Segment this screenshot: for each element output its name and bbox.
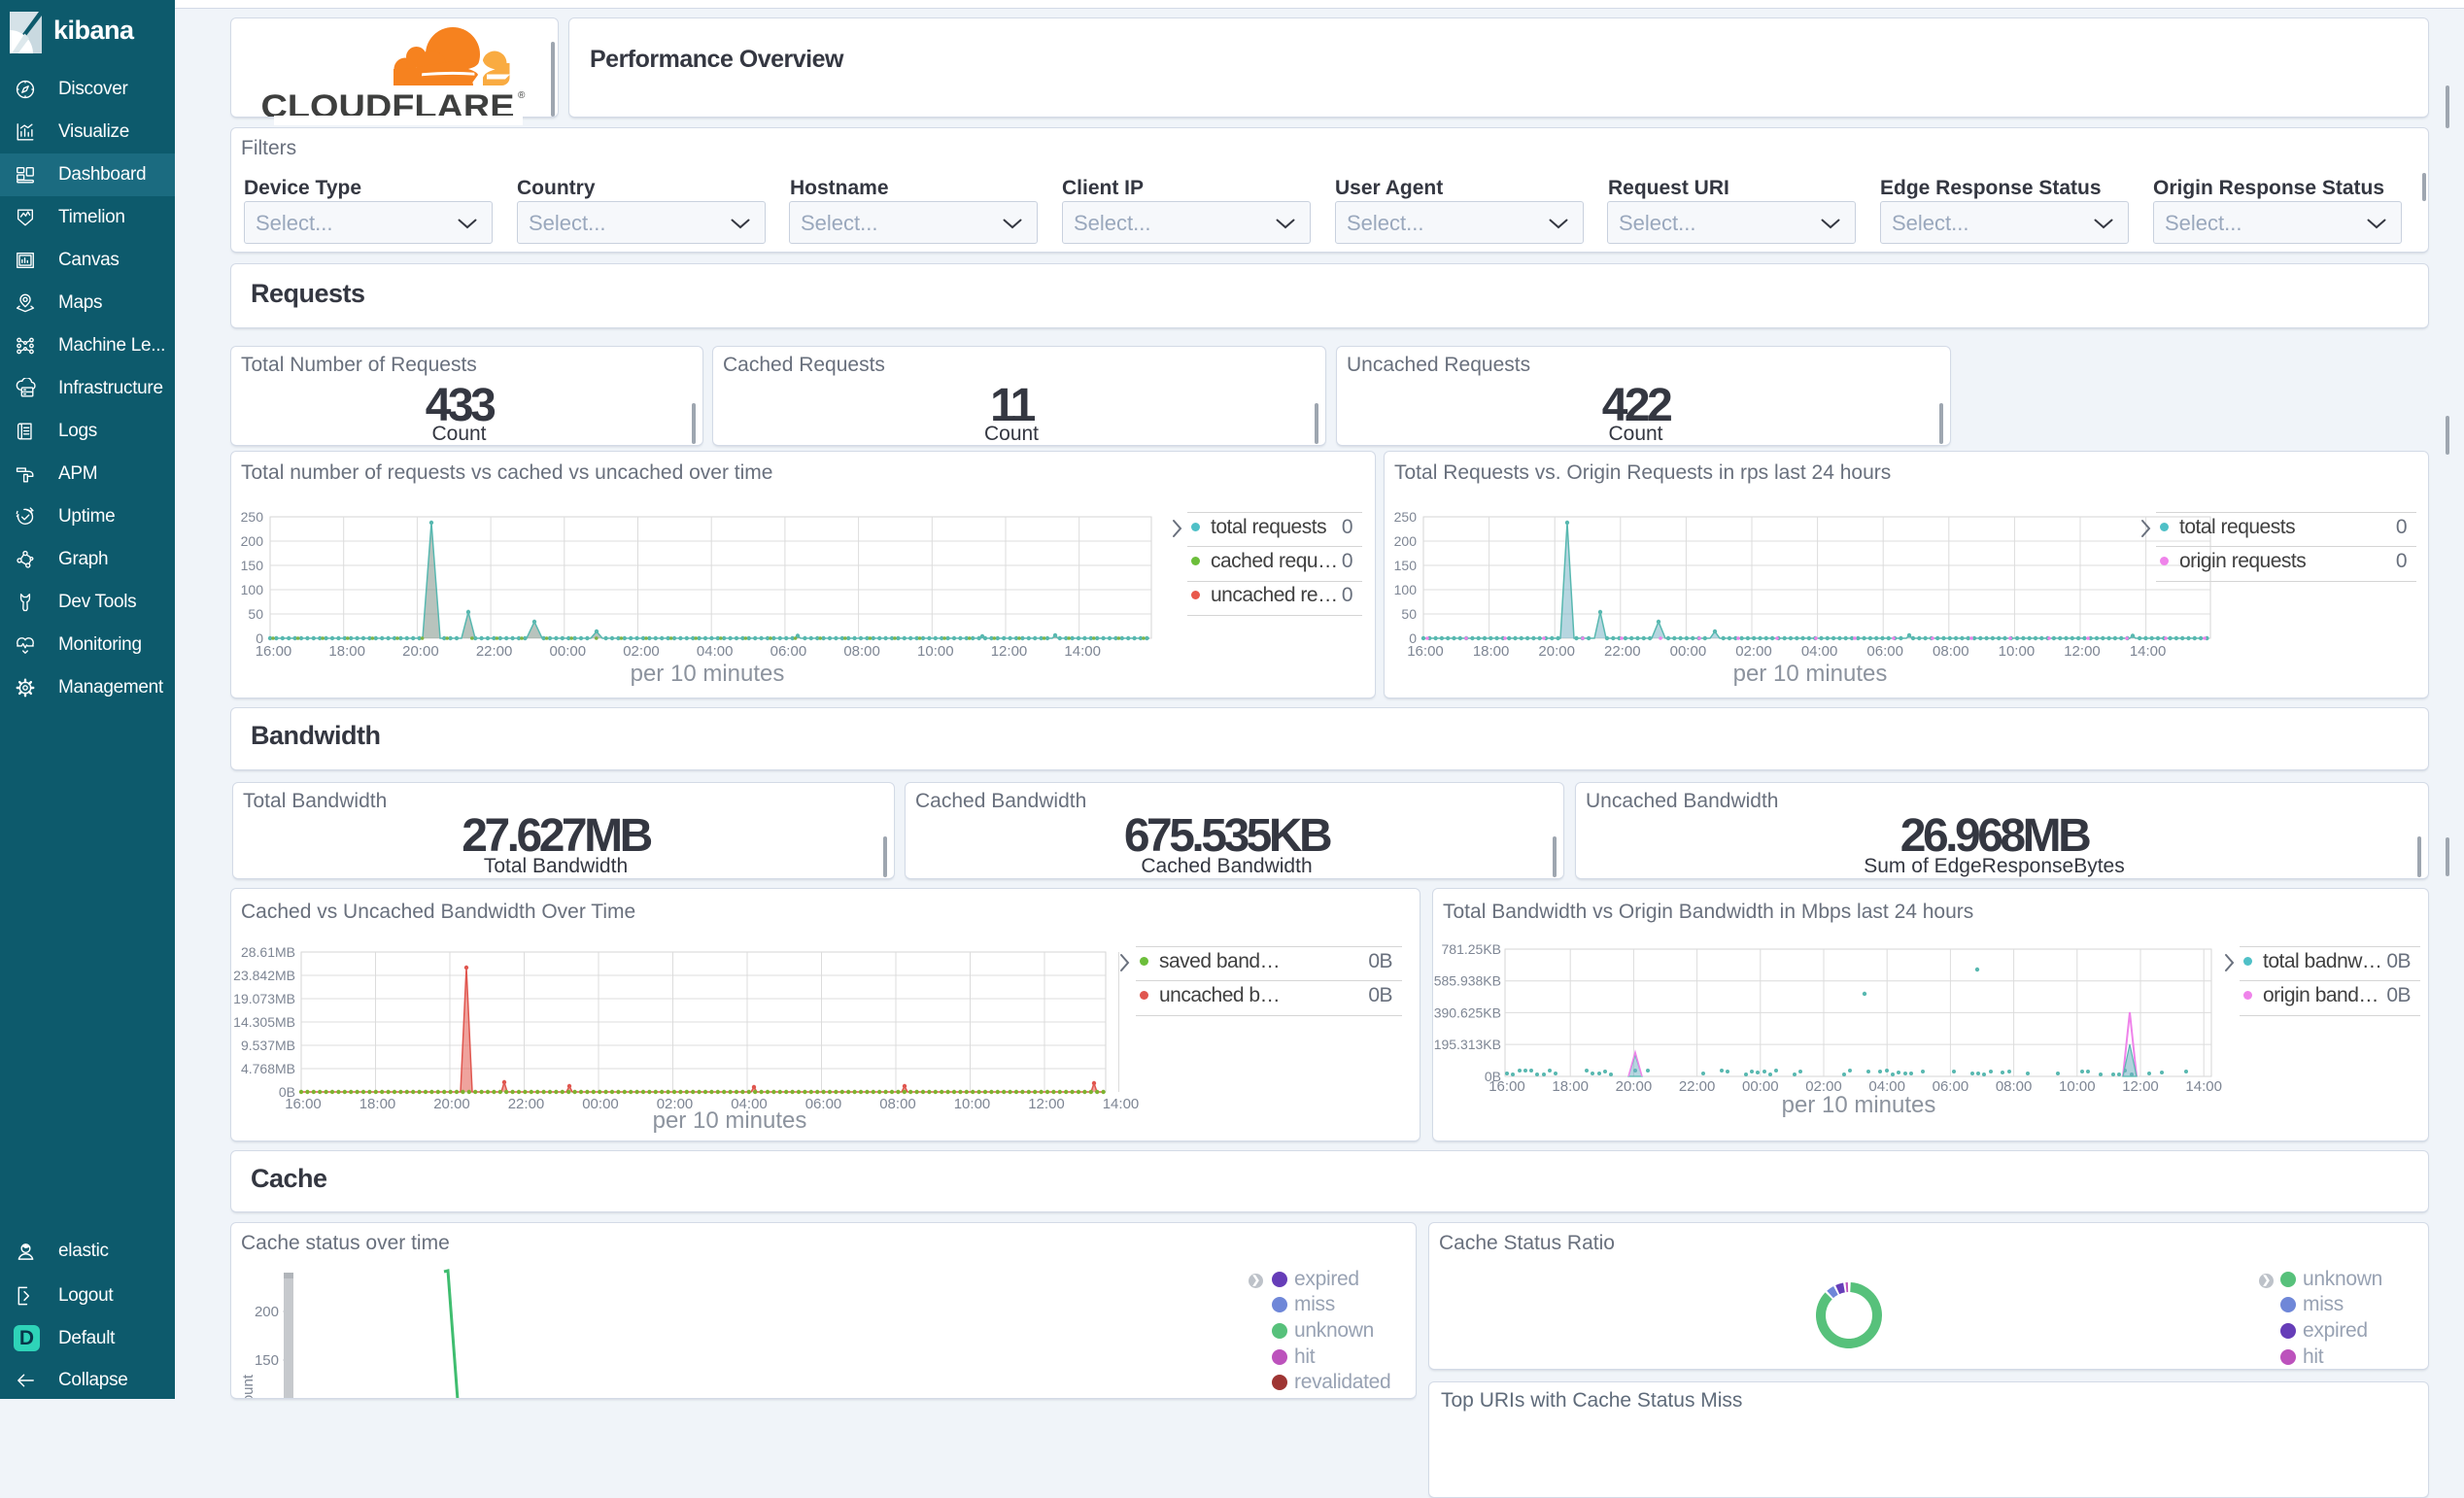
svg-text:02:00: 02:00 bbox=[1735, 643, 1772, 660]
svg-text:22:00: 22:00 bbox=[508, 1096, 545, 1112]
svg-text:00:00: 00:00 bbox=[550, 643, 587, 660]
svg-text:08:00: 08:00 bbox=[1933, 643, 1969, 660]
svg-text:10:00: 10:00 bbox=[2059, 1078, 2096, 1095]
svg-text:06:00: 06:00 bbox=[1866, 643, 1903, 660]
svg-text:16:00: 16:00 bbox=[1407, 643, 1444, 660]
svg-text:200: 200 bbox=[255, 1304, 279, 1320]
svg-text:Count: Count bbox=[240, 1374, 257, 1399]
svg-text:4.768MB: 4.768MB bbox=[241, 1061, 295, 1076]
svg-text:20:00: 20:00 bbox=[402, 643, 439, 660]
svg-text:16:00: 16:00 bbox=[285, 1096, 322, 1112]
svg-text:per 10 minutes: per 10 minutes bbox=[631, 661, 785, 687]
svg-text:12:00: 12:00 bbox=[1028, 1096, 1065, 1112]
svg-text:18:00: 18:00 bbox=[328, 643, 365, 660]
svg-text:250: 250 bbox=[241, 509, 264, 525]
svg-text:781.25KB: 781.25KB bbox=[1442, 941, 1502, 957]
svg-text:02:00: 02:00 bbox=[623, 643, 660, 660]
svg-text:200: 200 bbox=[241, 533, 264, 549]
svg-text:12:00: 12:00 bbox=[2064, 643, 2101, 660]
svg-text:08:00: 08:00 bbox=[843, 643, 880, 660]
svg-text:per 10 minutes: per 10 minutes bbox=[1733, 661, 1888, 687]
svg-text:20:00: 20:00 bbox=[1538, 643, 1575, 660]
svg-text:10:00: 10:00 bbox=[1999, 643, 2036, 660]
svg-text:14:00: 14:00 bbox=[1103, 1096, 1140, 1112]
svg-text:12:00: 12:00 bbox=[991, 643, 1028, 660]
svg-text:16:00: 16:00 bbox=[256, 643, 292, 660]
svg-text:150: 150 bbox=[255, 1352, 279, 1369]
svg-text:06:00: 06:00 bbox=[805, 1096, 842, 1112]
svg-text:10:00: 10:00 bbox=[917, 643, 954, 660]
svg-text:20:00: 20:00 bbox=[1616, 1078, 1653, 1095]
svg-text:14.305MB: 14.305MB bbox=[233, 1014, 295, 1030]
svg-text:04:00: 04:00 bbox=[697, 643, 734, 660]
svg-text:00:00: 00:00 bbox=[1742, 1078, 1779, 1095]
svg-text:00:00: 00:00 bbox=[582, 1096, 619, 1112]
svg-text:per 10 minutes: per 10 minutes bbox=[1782, 1092, 1936, 1118]
svg-text:18:00: 18:00 bbox=[1473, 643, 1510, 660]
svg-text:22:00: 22:00 bbox=[1679, 1078, 1716, 1095]
svg-text:06:00: 06:00 bbox=[770, 643, 807, 660]
svg-text:16:00: 16:00 bbox=[1489, 1078, 1525, 1095]
svg-text:CLOUDFLARE: CLOUDFLARE bbox=[261, 88, 515, 118]
svg-text:585.938KB: 585.938KB bbox=[1434, 973, 1501, 989]
svg-text:250: 250 bbox=[1394, 509, 1418, 525]
svg-text:390.625KB: 390.625KB bbox=[1434, 1004, 1501, 1020]
svg-text:50: 50 bbox=[1401, 606, 1417, 622]
svg-text:22:00: 22:00 bbox=[476, 643, 513, 660]
svg-text:10:00: 10:00 bbox=[954, 1096, 991, 1112]
svg-text:14:00: 14:00 bbox=[2185, 1078, 2222, 1095]
svg-text:08:00: 08:00 bbox=[1996, 1078, 2033, 1095]
svg-text:200: 200 bbox=[1394, 533, 1418, 549]
svg-text:12:00: 12:00 bbox=[2122, 1078, 2159, 1095]
svg-text:®: ® bbox=[518, 90, 526, 101]
svg-text:08:00: 08:00 bbox=[879, 1096, 916, 1112]
svg-text:18:00: 18:00 bbox=[359, 1096, 396, 1112]
svg-text:22:00: 22:00 bbox=[1604, 643, 1641, 660]
svg-text:28.61MB: 28.61MB bbox=[241, 944, 295, 960]
svg-text:19.073MB: 19.073MB bbox=[233, 991, 295, 1006]
svg-text:per 10 minutes: per 10 minutes bbox=[653, 1107, 807, 1134]
svg-text:18:00: 18:00 bbox=[1552, 1078, 1589, 1095]
svg-text:14:00: 14:00 bbox=[2130, 643, 2167, 660]
svg-text:23.842MB: 23.842MB bbox=[233, 968, 295, 983]
svg-text:50: 50 bbox=[248, 606, 263, 622]
svg-text:9.537MB: 9.537MB bbox=[241, 1038, 295, 1053]
svg-text:06:00: 06:00 bbox=[1933, 1078, 1969, 1095]
svg-text:100: 100 bbox=[241, 582, 264, 597]
svg-text:150: 150 bbox=[1394, 558, 1418, 573]
svg-text:150: 150 bbox=[241, 558, 264, 573]
svg-text:20:00: 20:00 bbox=[433, 1096, 470, 1112]
svg-text:14:00: 14:00 bbox=[1064, 643, 1101, 660]
svg-text:195.313KB: 195.313KB bbox=[1434, 1037, 1501, 1052]
svg-text:100: 100 bbox=[1394, 582, 1418, 597]
svg-text:04:00: 04:00 bbox=[1801, 643, 1838, 660]
svg-text:00:00: 00:00 bbox=[1670, 643, 1707, 660]
